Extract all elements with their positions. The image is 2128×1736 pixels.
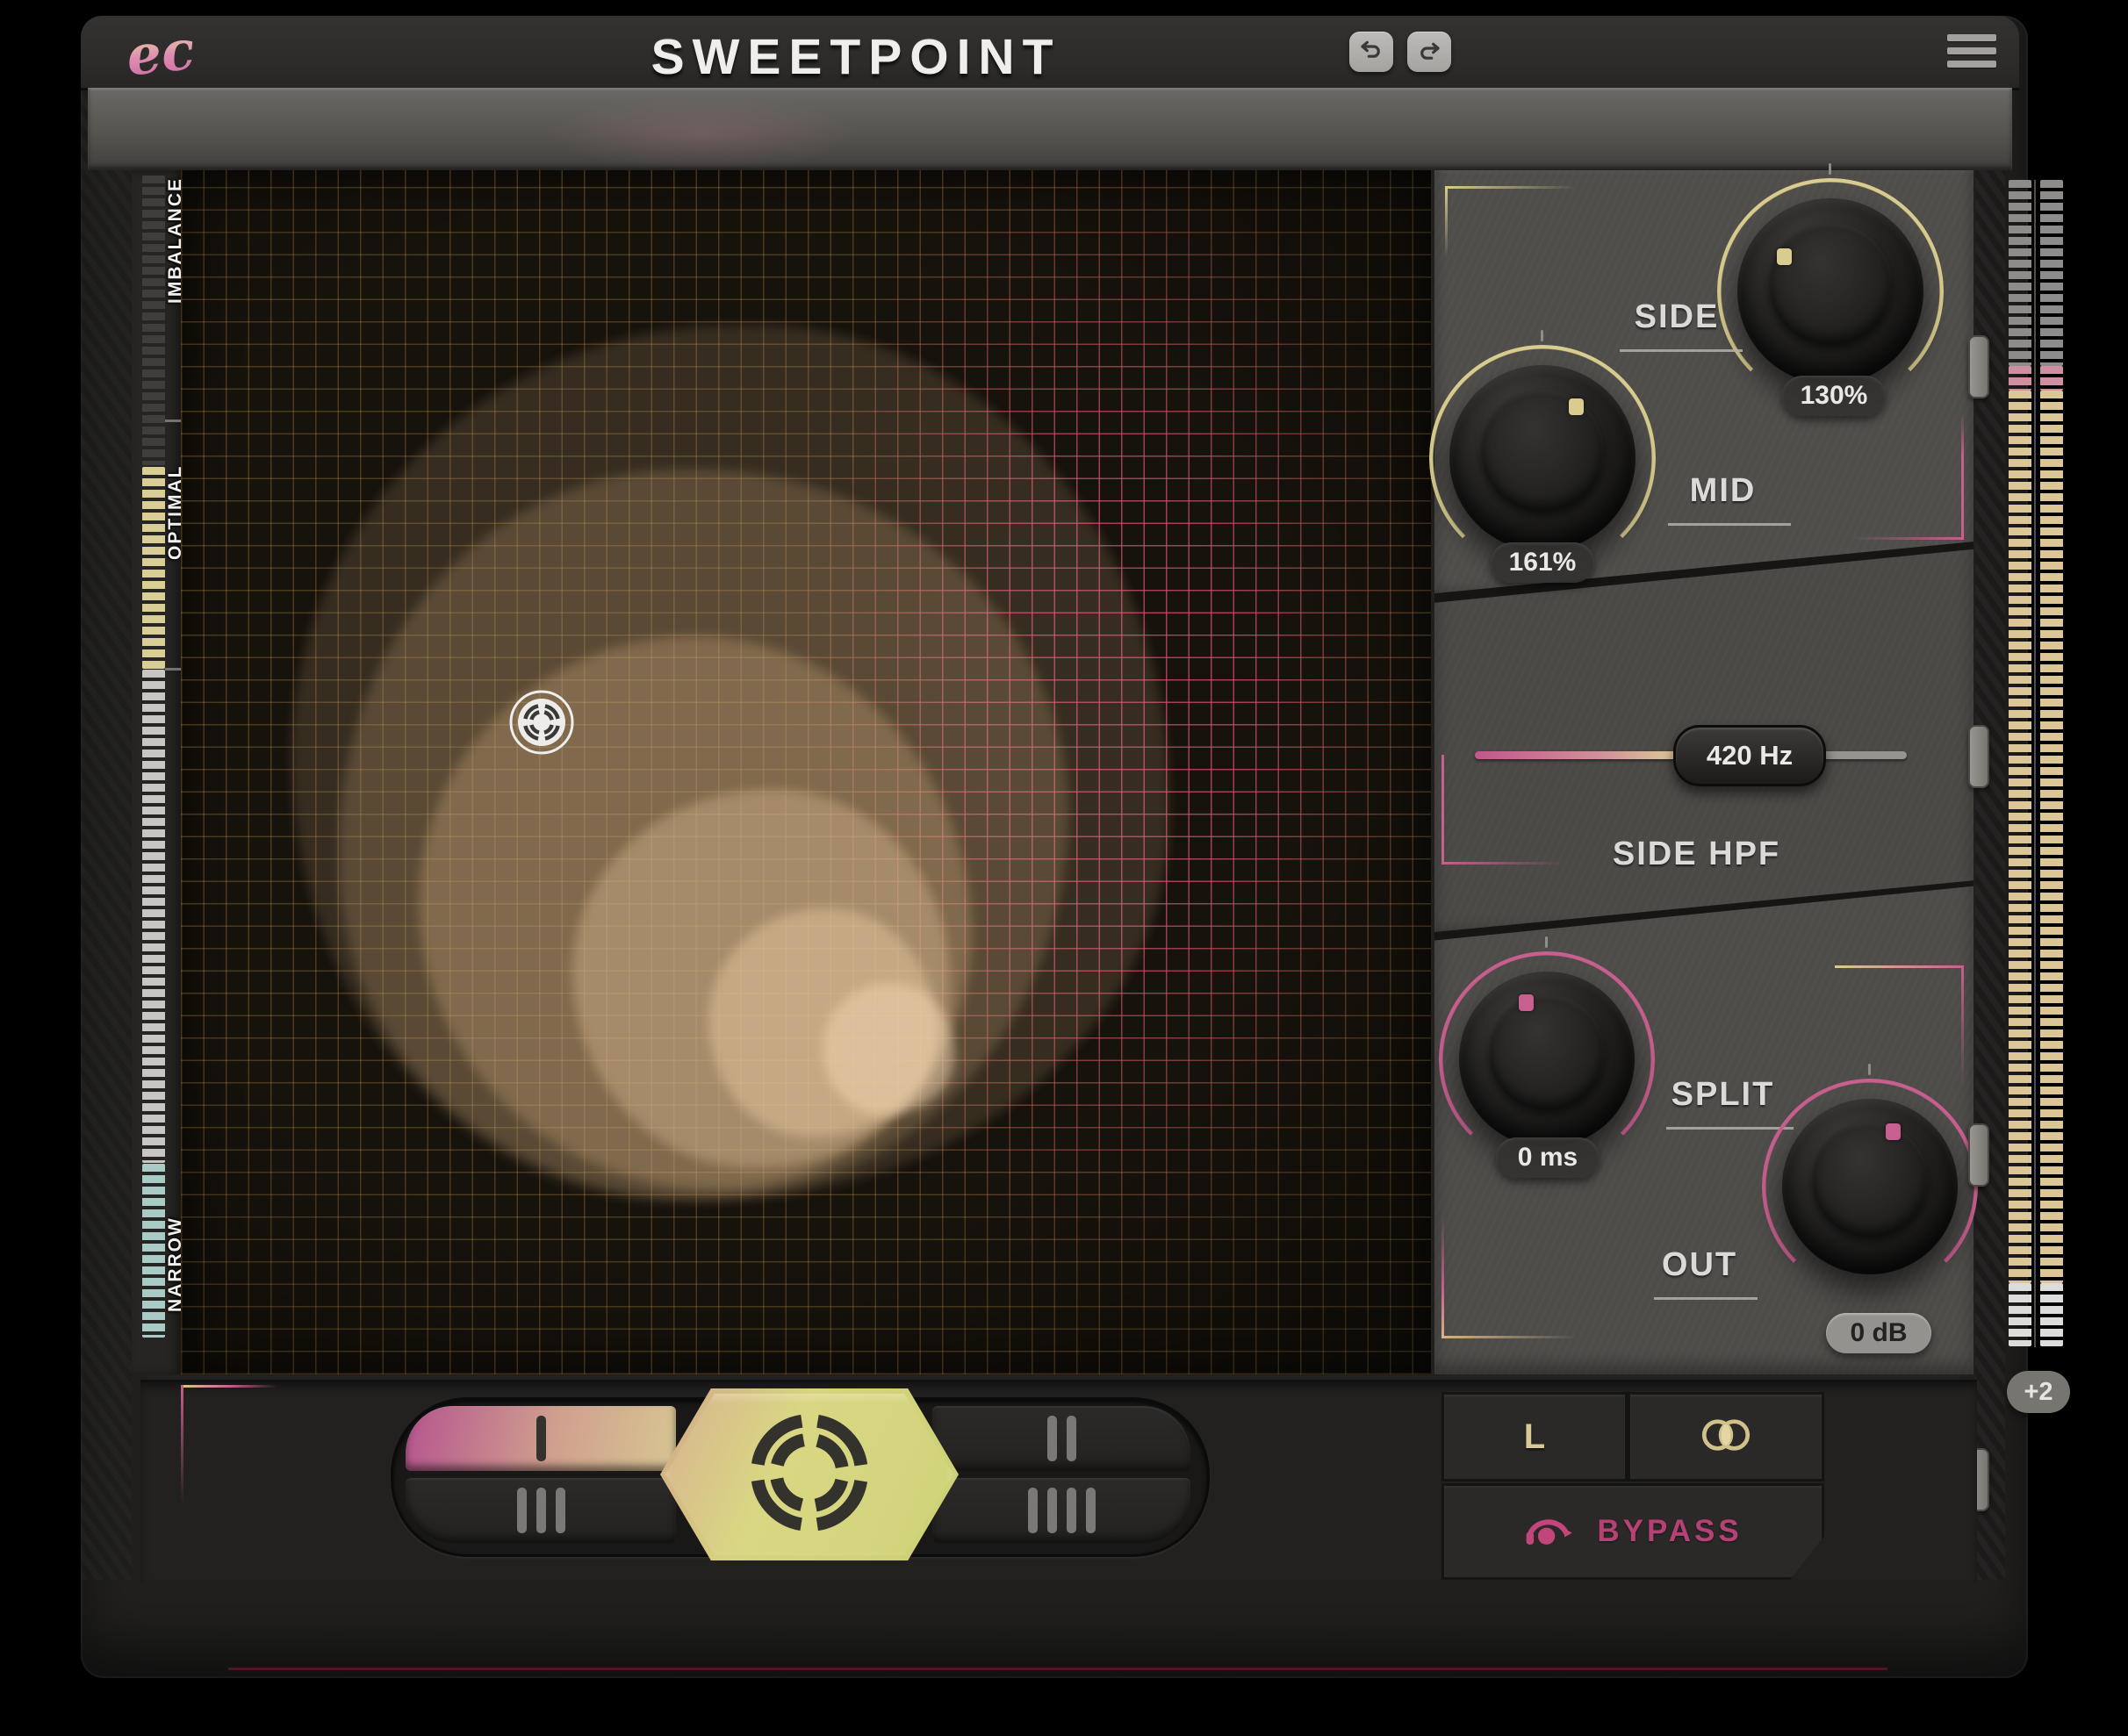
- level-meter-divider: [2034, 180, 2036, 1347]
- mode-1-icon: [536, 1416, 546, 1461]
- panel-edge-handle[interactable]: [1968, 1123, 1989, 1187]
- split-knob[interactable]: [1459, 972, 1635, 1147]
- mid-value[interactable]: 161%: [1491, 542, 1594, 583]
- plugin-window: ec SWEETPOINT IMBALANCE OPTIMAL NARROW: [0, 0, 2128, 1736]
- split-underline: [1666, 1127, 1794, 1130]
- channel-button[interactable]: L: [1441, 1392, 1628, 1481]
- right-bezel-texture: [1975, 88, 2005, 1580]
- side-value[interactable]: 130%: [1782, 376, 1886, 416]
- mid-knob-tick: [1541, 330, 1543, 341]
- bypass-label: BYPASS: [1597, 1514, 1742, 1549]
- redo-button[interactable]: [1407, 32, 1451, 72]
- side-hpf-slider-handle[interactable]: 420 Hz: [1673, 725, 1826, 786]
- left-bezel-texture: [81, 88, 132, 1580]
- out-knob-indicator: [1886, 1123, 1901, 1140]
- width-meter-optimal-zone: [142, 467, 165, 669]
- level-meter-right-over: [2040, 180, 2063, 366]
- metal-strip-reflection: [492, 92, 913, 167]
- out-value[interactable]: 0 dB: [1826, 1313, 1931, 1353]
- mid-underline: [1668, 523, 1791, 526]
- sweet-spot-marker[interactable]: [508, 689, 575, 756]
- side-label: SIDE: [1615, 298, 1738, 336]
- split-value[interactable]: 0 ms: [1496, 1137, 1600, 1178]
- split-knob-tick: [1545, 936, 1548, 948]
- display-vignette: [181, 170, 1431, 1374]
- bottom-accent-line: [228, 1668, 1887, 1670]
- level-meter-right-base: [2040, 1283, 2063, 1346]
- out-underline: [1654, 1297, 1758, 1300]
- sweet-spot-rings-icon: [739, 1402, 880, 1547]
- stereo-link-button[interactable]: [1628, 1392, 1824, 1481]
- level-meter-left-over: [2009, 180, 2031, 366]
- mode-3-icon: [517, 1488, 527, 1533]
- mid-knob-indicator: [1569, 398, 1584, 415]
- brand-logo: ec: [124, 14, 228, 103]
- mode-3-button[interactable]: [406, 1478, 676, 1543]
- split-knob-indicator: [1519, 994, 1534, 1011]
- out-knob[interactable]: [1782, 1099, 1958, 1274]
- side-hpf-label: SIDE HPF: [1598, 836, 1795, 873]
- panel-edge-handle[interactable]: [1968, 335, 1989, 398]
- mode-4-button[interactable]: [932, 1478, 1190, 1543]
- side-knob-indicator: [1777, 248, 1792, 265]
- mode-2-button[interactable]: [932, 1406, 1190, 1471]
- side-knob[interactable]: [1737, 198, 1923, 384]
- level-meter-right-peak: [2040, 366, 2063, 391]
- sweet-spot-button[interactable]: [660, 1388, 959, 1560]
- level-meter-left-base: [2009, 1283, 2031, 1346]
- hamburger-icon: [1947, 34, 1996, 41]
- stereo-link-icon: [1697, 1414, 1755, 1460]
- undo-icon: [1356, 36, 1386, 68]
- meter-gain-badge[interactable]: +2: [2007, 1371, 2070, 1413]
- level-meter-right-body: [2040, 391, 2063, 1283]
- width-meter-mid-zone: [142, 670, 165, 1163]
- width-meter-narrow-zone: [142, 1164, 165, 1338]
- out-label: OUT: [1650, 1246, 1749, 1284]
- level-meter-left-peak: [2009, 366, 2031, 391]
- mode-1-button[interactable]: [406, 1406, 676, 1471]
- headphones-icon: [1523, 1510, 1574, 1553]
- level-meter-left-body: [2009, 391, 2031, 1283]
- bypass-button[interactable]: BYPASS: [1441, 1483, 1824, 1580]
- side-knob-tick: [1829, 163, 1831, 175]
- top-metal-strip: [88, 88, 2012, 170]
- undo-button[interactable]: [1349, 32, 1393, 72]
- stereo-field-display[interactable]: [181, 170, 1431, 1374]
- mode-4-icon: [1028, 1488, 1038, 1533]
- channel-label: L: [1524, 1417, 1545, 1457]
- mid-knob[interactable]: [1449, 365, 1636, 551]
- width-meter-unlit-zone: [142, 176, 165, 465]
- panel-edge-handle[interactable]: [1968, 725, 1989, 788]
- mode-2-icon: [1047, 1416, 1057, 1461]
- plugin-title: SWEETPOINT: [562, 28, 1150, 77]
- out-knob-tick: [1868, 1064, 1871, 1075]
- side-underline: [1620, 349, 1743, 352]
- split-label: SPLIT: [1664, 1076, 1782, 1114]
- redo-icon: [1414, 38, 1444, 66]
- mid-label: MID: [1664, 472, 1782, 510]
- menu-button[interactable]: [1947, 32, 1996, 70]
